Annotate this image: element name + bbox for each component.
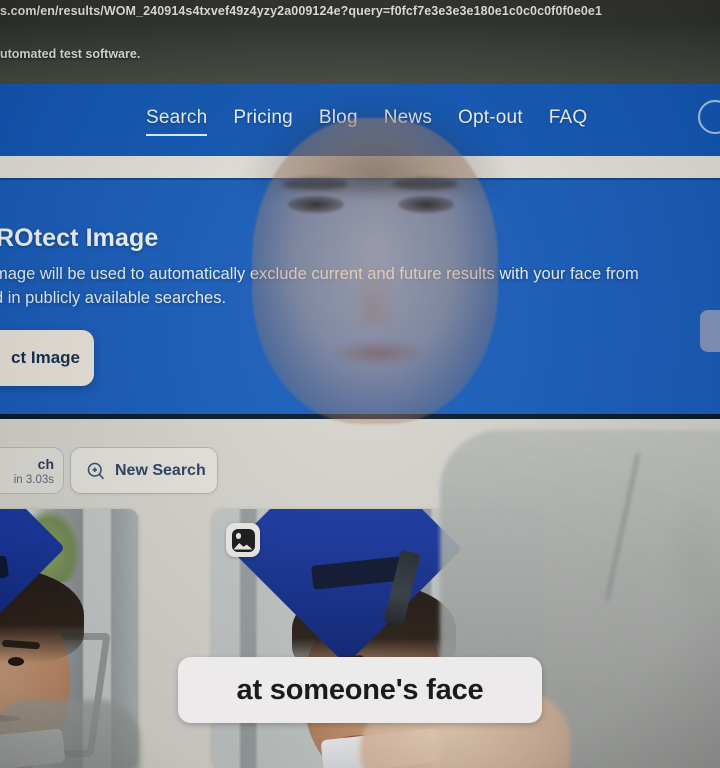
protect-image-button-label: ct Image — [11, 348, 80, 367]
result-photo-1 — [0, 509, 138, 768]
browser-address-bar[interactable]: s.com/en/results/WOM_240914s4txvef49z4yz… — [0, 0, 720, 22]
video-caption-text: at someone's face — [236, 673, 484, 706]
screen-recording-frame: s.com/en/results/WOM_240914s4txvef49z4yz… — [0, 0, 720, 768]
nav-item-blog[interactable]: Blog — [319, 107, 358, 134]
hero-side-chip[interactable] — [700, 310, 720, 352]
nav-item-opt-out[interactable]: Opt-out — [458, 107, 523, 134]
protect-image-description-line-1: mage will be used to automatically exclu… — [0, 265, 639, 283]
protect-image-description-line-2: d in publicly available searches. — [0, 289, 227, 307]
address-bar-url: s.com/en/results/WOM_240914s4txvef49z4yz… — [0, 4, 603, 18]
search-stats-primary: ch — [37, 455, 54, 472]
shared-browser-screen: s.com/en/results/WOM_240914s4txvef49z4yz… — [0, 0, 720, 768]
nav-item-pricing[interactable]: Pricing — [233, 107, 292, 134]
protect-image-title: ROtect Image — [0, 224, 159, 252]
protect-image-button[interactable]: ct Image — [0, 330, 94, 386]
nav-item-news[interactable]: News — [384, 107, 432, 134]
nav-item-search[interactable]: Search — [146, 107, 208, 136]
image-type-badge-icon[interactable] — [226, 523, 260, 557]
video-caption-box: at someone's face — [178, 657, 542, 723]
automation-notice-text: utomated test software. — [0, 47, 141, 61]
new-search-label: New Search — [115, 461, 206, 479]
nav-item-faq[interactable]: FAQ — [549, 107, 588, 134]
photo-icon — [231, 528, 255, 552]
search-icon — [86, 461, 106, 481]
result-image-card-2[interactable] — [212, 509, 542, 768]
result-photo-2 — [212, 509, 542, 768]
new-search-button[interactable]: New Search — [70, 447, 218, 494]
result-image-card-1[interactable] — [0, 509, 138, 768]
search-stats-duration: in 3.03s — [13, 473, 54, 486]
page-separator-strip — [0, 156, 720, 178]
search-stats-card: ch in 3.03s — [0, 447, 64, 494]
primary-nav: Search Pricing Blog News Opt-out FAQ — [146, 107, 587, 136]
